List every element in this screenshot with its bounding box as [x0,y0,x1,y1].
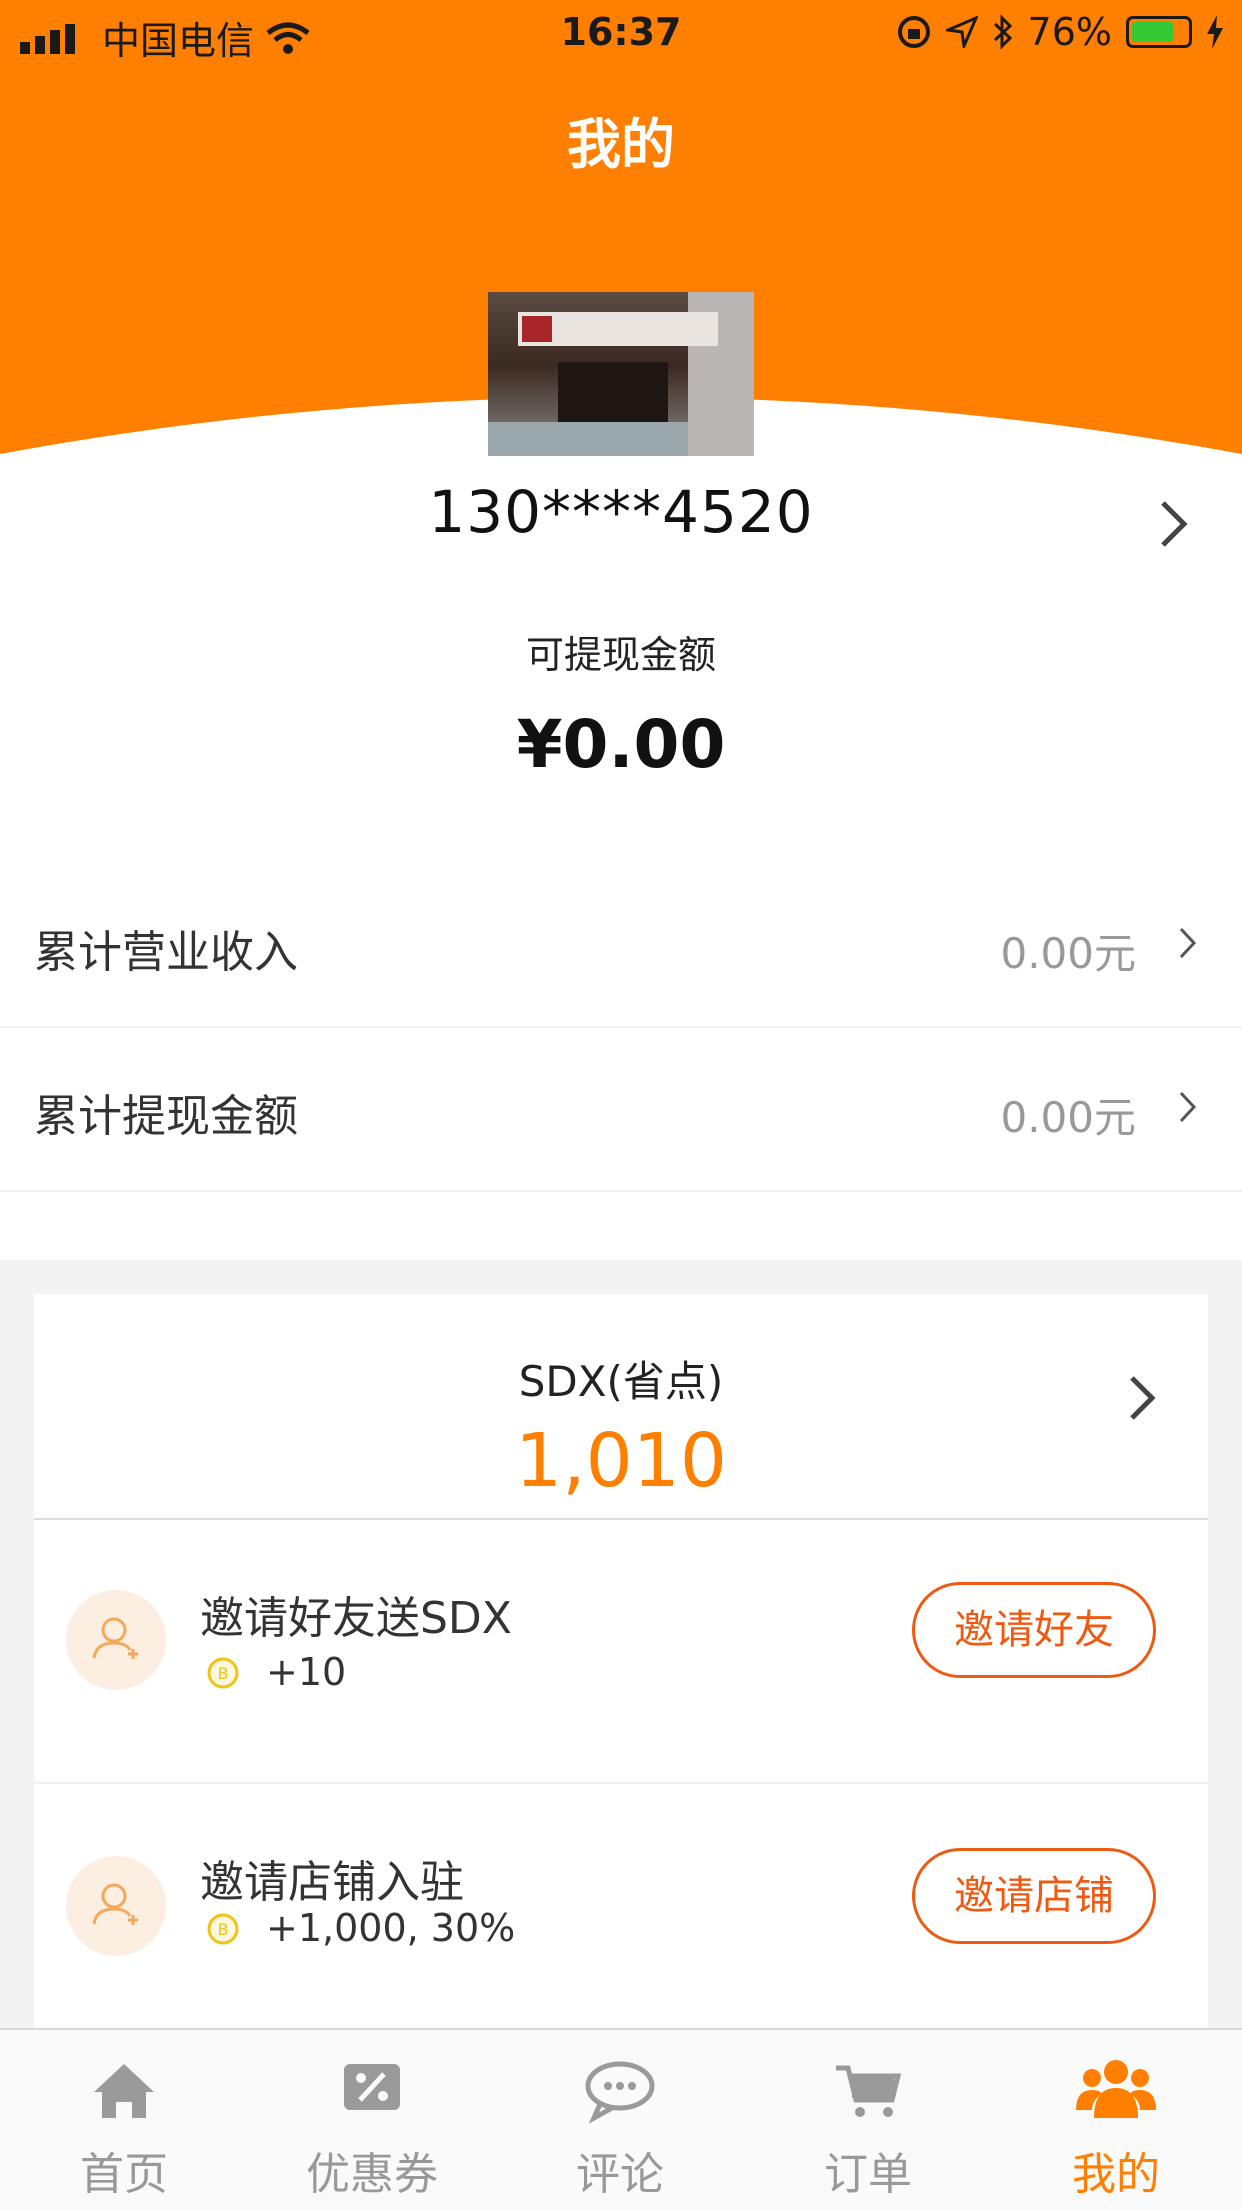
tab-coupon[interactable]: 优惠券 [248,2030,496,2210]
tab-orders[interactable]: 订单 [744,2030,992,2210]
stat-value: 0.00元 [1000,1093,1136,1142]
stat-row-income[interactable]: 累计营业收入 0.00元 [0,864,1242,1028]
location-icon [945,16,978,48]
tab-label: 首页 [80,2149,168,2200]
users-icon [1076,2060,1156,2118]
charging-icon [1207,15,1223,49]
tab-label: 优惠券 [306,2149,438,2200]
task-reward: +1,000, 30% [266,1906,516,1950]
sdx-card: SDX(省点) 1,010 邀请好友送SDX B +10 邀请好友 邀请店铺入驻… [34,1294,1208,2054]
tab-comment[interactable]: 评论 [496,2030,744,2210]
task-reward: +10 [266,1650,347,1694]
withdraw-label: 可提现金额 [525,633,716,677]
task-invite-friend: 邀请好友送SDX B +10 邀请好友 [34,1520,1208,1784]
sdx-title: SDX(省点) [518,1357,724,1406]
coin-icon: B [207,1913,239,1945]
home-icon [94,2064,154,2118]
stat-value: 0.00元 [1000,929,1136,978]
tab-label: 订单 [824,2149,912,2200]
chevron-right-icon [1179,1091,1197,1123]
tab-home[interactable]: 首页 [0,2030,248,2210]
add-user-icon [66,1590,166,1690]
page-title: 我的 [567,113,675,176]
tab-label: 评论 [576,2149,664,2200]
cart-icon [836,2065,902,2117]
stat-label: 累计提现金额 [34,1091,298,1142]
avatar[interactable] [488,292,754,456]
tab-bar: 首页 优惠券 评论 订单 我的 [0,2028,1242,2210]
user-phone[interactable]: 130****4520 [0,478,1242,546]
bluetooth-icon [993,14,1012,50]
chevron-right-icon [1179,927,1197,959]
coupon-icon [344,2064,400,2110]
svg-text:B: B [218,1920,229,1939]
status-bar: 中国电信 16:37 76% [0,0,1242,66]
stat-label: 累计营业收入 [34,927,298,978]
comment-icon [585,2061,655,2124]
tab-mine[interactable]: 我的 [992,2030,1240,2210]
withdraw-amount: ¥0.00 [516,706,726,783]
chevron-right-icon[interactable] [1158,498,1190,550]
task-invite-store: 邀请店铺入驻 B +1,000, 30% 邀请店铺 [34,1784,1208,2048]
task-title: 邀请店铺入驻 [200,1857,464,1908]
svg-text:B: B [218,1664,229,1683]
battery-icon [1126,16,1192,48]
stat-row-withdrawn[interactable]: 累计提现金额 0.00元 [0,1028,1242,1192]
task-title: 邀请好友送SDX [200,1593,512,1644]
tab-label: 我的 [1072,2149,1160,2200]
invite-store-button[interactable]: 邀请店铺 [912,1848,1156,1944]
sdx-value: 1,010 [515,1418,727,1504]
coin-icon: B [207,1657,239,1689]
chevron-right-icon[interactable] [1128,1374,1158,1422]
battery-percent: 76% [1027,10,1112,54]
battery-level [1132,22,1173,42]
invite-friend-button[interactable]: 邀请好友 [912,1582,1156,1678]
add-user-icon [66,1856,166,1956]
orientation-lock-icon [897,16,930,48]
